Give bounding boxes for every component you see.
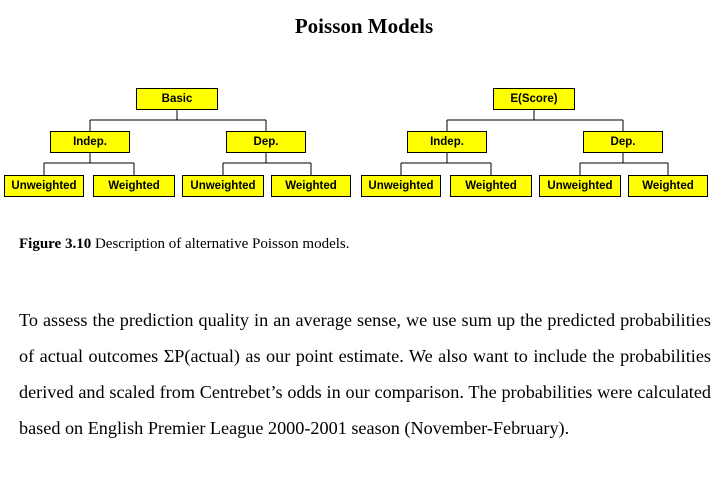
- leaf-node: Weighted: [271, 175, 351, 197]
- leaf-node: Unweighted: [361, 175, 441, 197]
- body-paragraph: To assess the prediction quality in an a…: [19, 310, 711, 438]
- leaf-node: Weighted: [628, 175, 708, 197]
- leaf-node: Unweighted: [182, 175, 264, 197]
- root-node: Basic: [136, 88, 218, 110]
- leaf-node: Unweighted: [539, 175, 621, 197]
- branch-node: Indep.: [407, 131, 487, 153]
- branch-node: Indep.: [50, 131, 130, 153]
- branch-node: Dep.: [583, 131, 663, 153]
- leaf-node: Weighted: [450, 175, 532, 197]
- leaf-node: Weighted: [93, 175, 175, 197]
- root-node: E(Score): [493, 88, 575, 110]
- figure-caption-text: Description of alternative Poisson model…: [91, 236, 350, 252]
- figure-label: Figure 3.10: [19, 236, 92, 252]
- branch-node: Dep.: [226, 131, 306, 153]
- figure-caption: Figure 3.10 Description of alternative P…: [19, 236, 350, 253]
- leaf-node: Unweighted: [4, 175, 84, 197]
